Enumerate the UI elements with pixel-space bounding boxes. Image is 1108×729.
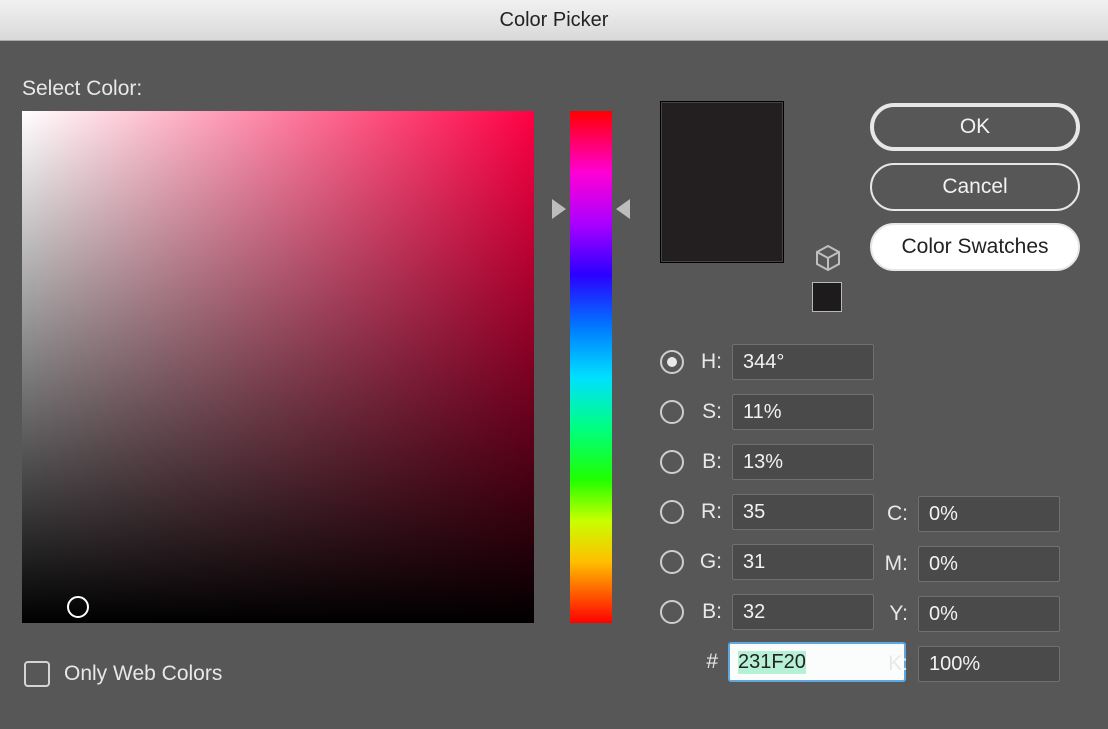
brightness-input[interactable] — [732, 444, 874, 480]
only-web-colors-checkbox[interactable]: Only Web Colors — [24, 661, 222, 687]
red-input[interactable] — [732, 494, 874, 530]
hue-slider[interactable] — [570, 111, 612, 623]
cmyk-fields: C: M: Y: K: — [876, 493, 1060, 693]
hue-slider-thumb-right-icon[interactable] — [616, 199, 630, 219]
green-label: G: — [692, 550, 722, 574]
blue-input[interactable] — [732, 594, 874, 630]
gamut-warning-cube-icon[interactable] — [815, 244, 841, 272]
blue-radio[interactable] — [660, 600, 684, 624]
green-input[interactable] — [732, 544, 874, 580]
gamut-snap-swatch[interactable] — [812, 282, 842, 312]
magenta-label: M: — [876, 552, 908, 576]
saturation-radio[interactable] — [660, 400, 684, 424]
cyan-input[interactable] — [918, 496, 1060, 532]
dialog-body: Select Color: OK Cancel Color Swatches — [0, 41, 1108, 729]
ok-button[interactable]: OK — [870, 103, 1080, 151]
hue-input[interactable] — [732, 344, 874, 380]
cyan-label: C: — [876, 502, 908, 526]
hex-label: # — [660, 650, 718, 674]
hue-slider-thumb-left-icon[interactable] — [552, 199, 566, 219]
color-preview-swatch — [660, 101, 784, 263]
color-swatches-button[interactable]: Color Swatches — [870, 223, 1080, 271]
hex-value-selection: 231F20 — [738, 651, 806, 674]
hue-radio[interactable] — [660, 350, 684, 374]
hue-label: H: — [692, 350, 722, 374]
cancel-button[interactable]: Cancel — [870, 163, 1080, 211]
color-picker-window: Color Picker Select Color: OK Cancel Col… — [0, 0, 1108, 728]
black-label: K: — [876, 652, 908, 676]
brightness-radio[interactable] — [660, 450, 684, 474]
titlebar: Color Picker — [0, 0, 1108, 41]
select-color-heading: Select Color: — [22, 77, 142, 101]
magenta-input[interactable] — [918, 546, 1060, 582]
only-web-colors-label: Only Web Colors — [64, 662, 222, 686]
black-input[interactable] — [918, 646, 1060, 682]
brightness-label: B: — [692, 450, 722, 474]
saturation-label: S: — [692, 400, 722, 424]
yellow-input[interactable] — [918, 596, 1060, 632]
hue-gradient — [570, 111, 612, 623]
color-indicator-ring[interactable] — [67, 596, 89, 618]
saturation-input[interactable] — [732, 394, 874, 430]
checkbox-icon[interactable] — [24, 661, 50, 687]
color-value-fields: H: S: B: R: G: — [660, 341, 906, 691]
blue-label: B: — [692, 600, 722, 624]
red-radio[interactable] — [660, 500, 684, 524]
red-label: R: — [692, 500, 722, 524]
saturation-brightness-field[interactable] — [22, 111, 534, 623]
green-radio[interactable] — [660, 550, 684, 574]
yellow-label: Y: — [876, 602, 908, 626]
